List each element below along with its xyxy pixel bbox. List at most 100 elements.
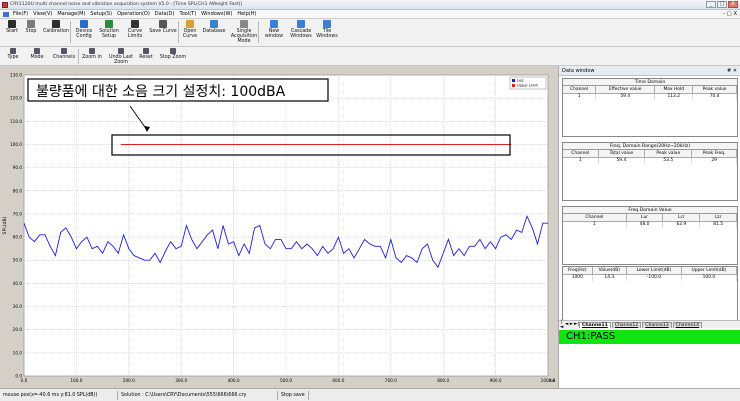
y-tick-label: 10.0	[13, 350, 23, 355]
reset-button[interactable]: Reset	[137, 48, 155, 60]
tab-channel-3[interactable]: Channe13	[642, 321, 672, 328]
tab-channel-2[interactable]: Channe12	[611, 321, 642, 328]
toolbar-label: Open Curve	[182, 29, 198, 40]
curve-limits-button[interactable]: Curve Limits	[124, 20, 146, 39]
menu-manage[interactable]: Manage(M)	[57, 11, 85, 17]
data-table: Freq(Hz) Value(dB) Lower Limit(dB) Upper Li…	[563, 267, 738, 281]
legend-swatch	[512, 84, 515, 87]
menu-setup[interactable]: Setup(S)	[90, 11, 112, 17]
tab-channel-1[interactable]: Channe11	[579, 321, 611, 328]
minimize-button[interactable]: _	[706, 1, 716, 8]
tab-channel-4[interactable]: Channe14	[672, 321, 703, 328]
menu-file[interactable]: File(F)	[13, 11, 28, 17]
menu-help[interactable]: Help(H)	[237, 11, 256, 17]
stop-zoom-button[interactable]: Stop Zoom	[158, 48, 188, 60]
toolbar-label: Start	[6, 29, 18, 34]
menu-data[interactable]: Data(D)	[155, 11, 175, 17]
column-header: Value(dB)	[592, 267, 627, 275]
menu-windows[interactable]: Windows(W)	[201, 11, 232, 17]
column-header: Total value	[598, 150, 646, 158]
data-group: Freq. Domain Range(20Hz~20kHz) Channel Tot…	[562, 142, 738, 201]
toolbar-label: Type	[7, 55, 19, 60]
start-button[interactable]: Start	[3, 20, 21, 34]
status-mouse-pos: mouse pos(x=-40.6 ms y:81.0 SPL(dB))	[0, 390, 118, 400]
y-tick-label: 100.0	[10, 142, 22, 147]
tile-windows-button[interactable]: Tile Windows	[316, 20, 338, 39]
maximize-button[interactable]: □	[717, 1, 727, 8]
channels-icon	[61, 48, 67, 54]
toolbar-label: Database	[202, 29, 226, 34]
menu-tool[interactable]: Tool(T)	[180, 11, 197, 17]
y-tick-label: 50.0	[13, 258, 23, 263]
y-tick-label: 130.0	[10, 73, 22, 78]
calibration-button[interactable]: Calibration	[41, 20, 71, 34]
data-window-panel: Data window # ✕ Time Domain Channel Effect…	[558, 66, 740, 388]
reset-icon	[143, 48, 149, 54]
data-table: Channel Effective value Max Hold Peak value…	[563, 86, 737, 100]
database-button[interactable]: Database	[202, 20, 226, 34]
mode-button[interactable]: Mode	[26, 48, 48, 60]
toolbar-label: Device Config	[75, 29, 93, 40]
stop-button[interactable]: Stop	[23, 20, 39, 34]
menu-operation[interactable]: Operation(O)	[117, 11, 150, 17]
menu-bar: File(F) View(V) Manage(M) Setup(S) Opera…	[0, 10, 740, 19]
y-tick-label: 20.0	[13, 327, 23, 332]
window-controls: _ □ X	[706, 1, 738, 8]
data-table: Channel Lur Lcr Lzr 1 48.0 62.9 81.5	[563, 214, 737, 228]
y-tick-label: 40.0	[13, 281, 23, 286]
toolbar-label: Stop Zoom	[159, 55, 187, 60]
toolbar-separator	[78, 49, 79, 64]
y-axis-label: SPL(dB)	[2, 216, 8, 234]
mdi-close-button[interactable]: X	[734, 11, 737, 17]
type-button[interactable]: Type	[3, 48, 23, 60]
save-curve-icon	[159, 20, 167, 28]
undo-zoom-button[interactable]: Undo Last Zoom	[108, 48, 134, 65]
table-cell: -100.0	[626, 274, 682, 281]
toolbar-label: Reset	[139, 55, 153, 60]
mdi-minimize-button[interactable]: -	[723, 11, 725, 17]
data-group: Time Domain Channel Effective value Max Hol…	[562, 78, 738, 137]
table-cell: 14.3	[592, 274, 627, 281]
table-cell: 1	[563, 93, 597, 100]
table-row: 1 59.4 53.5 29	[563, 157, 737, 164]
mdi-restore-button[interactable]: □	[727, 11, 732, 17]
zoom-in-icon	[89, 48, 95, 54]
calibration-icon	[52, 20, 60, 28]
toolbar-label: Tile Windows	[316, 29, 338, 40]
annotation-text: 불량품에 대한 소음 크기 설정치: 100dBA	[36, 84, 286, 100]
spl-chart[interactable]: 0.0 10.0 20.0 30.0 40.0 50.0 60.0 70.0 80.0 90.0 1…	[0, 66, 558, 388]
table-empty-area	[563, 228, 737, 264]
tile-windows-icon	[323, 20, 331, 28]
column-header: Max Hold	[654, 86, 694, 94]
status-bar: mouse pos(x=-40.6 ms y:81.0 SPL(dB)) Sol…	[0, 388, 740, 401]
zoom-in-button[interactable]: Zoom in	[80, 48, 104, 60]
app-menu-icon[interactable]	[3, 11, 9, 17]
toolbar-label: New window	[264, 29, 284, 40]
menu-view[interactable]: View(V)	[33, 11, 52, 17]
table-cell: 113.2	[654, 93, 694, 100]
cascade-windows-button[interactable]: Cascade Windows	[288, 20, 314, 39]
table-cell: 53.5	[644, 157, 693, 164]
close-button[interactable]: X	[728, 1, 738, 8]
pass-indicator: CH1:PASS	[559, 330, 740, 344]
data-table: Channel Total value Peak value Peak Freq. 1 5…	[563, 150, 737, 164]
device-config-button[interactable]: Device Config	[74, 20, 94, 39]
solution-setup-icon	[105, 20, 113, 28]
toolbar-label: Cascade Windows	[290, 29, 312, 40]
column-header: Lur	[626, 214, 664, 222]
open-curve-button[interactable]: Open Curve	[181, 20, 199, 39]
table-cell: 1	[563, 157, 599, 164]
channels-button[interactable]: Channels	[51, 48, 77, 60]
mode-icon	[34, 48, 40, 54]
x-tick-label: 300.0	[175, 378, 187, 383]
panel-pin-close-icon[interactable]: # ✕	[727, 66, 737, 76]
save-curve-button[interactable]: Save Curve	[149, 20, 177, 34]
chart-area[interactable]: 0.0 10.0 20.0 30.0 40.0 50.0 60.0 70.0 80.0 90.0 1…	[0, 66, 558, 388]
toolbar-separator	[258, 21, 259, 43]
acquisition-mode-button[interactable]: Single Acquisition Mode	[228, 20, 260, 45]
y-tick-label: 80.0	[13, 188, 23, 193]
new-window-button[interactable]: New window	[264, 20, 284, 39]
x-tick-label: 0.0	[21, 378, 28, 383]
solution-setup-button[interactable]: Solution Setup	[97, 20, 121, 39]
main-toolbar: Start Stop Calibration Device Config Solutio…	[0, 19, 740, 47]
